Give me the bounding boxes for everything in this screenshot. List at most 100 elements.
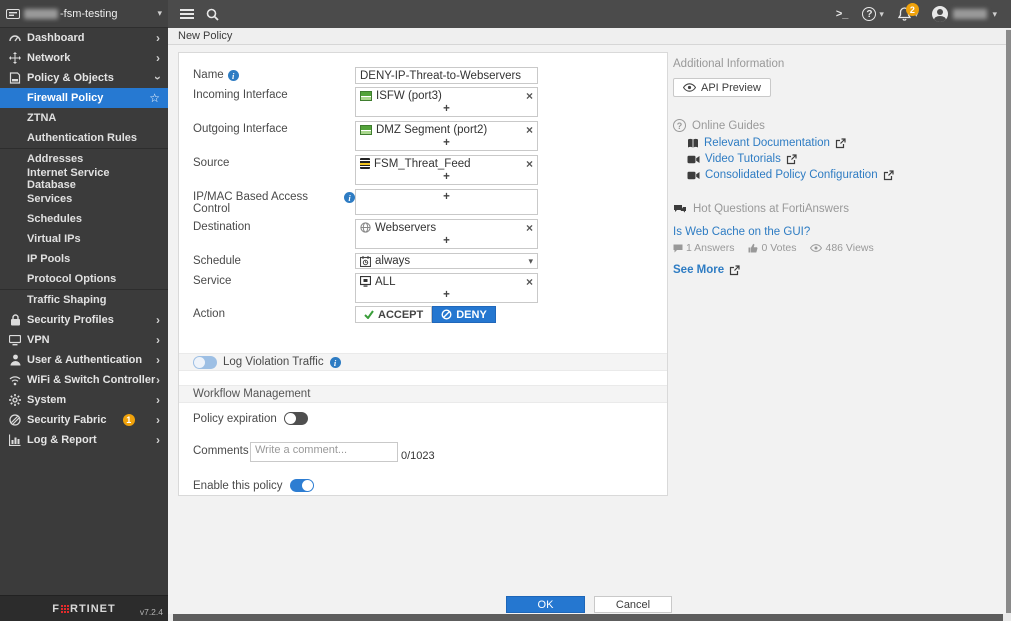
help-menu[interactable]: ? ▾ [862,7,884,21]
deny-prohibit-icon [441,309,452,320]
link-video-tutorials[interactable]: Video Tutorials [687,153,988,165]
question-stats: 1 Answers 0 Votes 486 Views [673,242,988,254]
log-violation-toggle[interactable] [193,356,217,369]
video-camera-icon [687,155,700,164]
sidebar-item-protocol-options[interactable]: Protocol Options [0,269,168,289]
bar-chart-icon [8,434,22,446]
info-icon[interactable]: i [330,357,341,368]
sidebar-footer: F RTINET v7.2.4 [0,595,168,621]
log-violation-row: Log Violation Traffic i [179,353,667,371]
horizontal-scrollbar-thumb[interactable] [173,614,1003,621]
add-entry-button[interactable]: + [356,289,537,302]
external-link-icon [786,154,797,165]
remove-entry-icon[interactable]: × [526,222,533,234]
sidebar-item-network[interactable]: Network › [0,48,168,68]
policy-name-input[interactable] [355,67,538,84]
external-link-icon [883,170,894,181]
selected-service-entry[interactable]: ALL × [356,274,537,289]
chevron-down-icon: ▾ [879,9,884,20]
schedule-icon [360,256,371,267]
eye-icon [683,83,696,92]
chevron-right-icon: › [156,51,160,65]
video-camera-icon [687,171,700,180]
menu-icon[interactable] [180,9,194,19]
sidebar-item-services[interactable]: Services [0,189,168,209]
sidebar-item-schedules[interactable]: Schedules [0,209,168,229]
gauge-icon [8,32,22,44]
selected-source-entry[interactable]: FSM_Threat_Feed × [356,156,537,171]
link-consolidated-policy-configuration[interactable]: Consolidated Policy Configuration [687,169,988,181]
comments-input[interactable] [250,442,398,462]
vertical-scrollbar-thumb[interactable] [1006,30,1011,613]
schedule-dropdown[interactable]: always ▾ [355,253,538,269]
sidebar-item-security-fabric[interactable]: Security Fabric 1 › [0,410,168,430]
new-policy-form: Namei Incoming Interface ISFW (port3) × … [178,52,668,496]
chevron-right-icon: › [156,373,160,387]
top-bar: >_ ? ▾ 2 ▾ ▾ [168,0,1011,28]
info-icon[interactable]: i [228,70,239,81]
ok-button[interactable]: OK [506,596,585,613]
gear-icon [8,394,22,406]
sidebar-item-internet-service-database[interactable]: Internet Service Database [0,169,168,189]
help-icon: ? [862,7,876,21]
accept-button[interactable]: ACCEPT [355,306,432,323]
sidebar-item-wifi-switch-controller[interactable]: WiFi & Switch Controller › [0,370,168,390]
chevron-down-icon: ▾ [157,8,162,19]
selected-destination-entry[interactable]: Webservers × [356,220,537,235]
sidebar-item-virtual-ips[interactable]: Virtual IPs [0,229,168,249]
link-relevant-documentation[interactable]: Relevant Documentation [687,137,988,149]
sidebar-item-ztna[interactable]: ZTNA [0,108,168,128]
chevron-right-icon: › [156,333,160,347]
deny-button[interactable]: DENY [432,306,496,323]
policy-expiration-row: Policy expiration [193,412,653,425]
sidebar-item-traffic-shaping[interactable]: Traffic Shaping [0,290,168,310]
search-icon[interactable] [206,8,219,21]
cancel-button[interactable]: Cancel [594,596,672,613]
sidebar-item-dashboard[interactable]: Dashboard › [0,28,168,48]
question-link[interactable]: Is Web Cache on the GUI? [673,226,988,238]
add-entry-button[interactable]: + [356,171,537,184]
enable-policy-toggle[interactable] [290,479,314,492]
check-icon [364,310,374,319]
cli-console-icon[interactable]: >_ [836,8,849,20]
sidebar-item-addresses[interactable]: Addresses [0,149,168,169]
info-icon[interactable]: i [344,192,355,203]
api-preview-button[interactable]: API Preview [673,78,771,97]
sidebar-item-firewall-policy[interactable]: Firewall Policy ☆ [0,88,168,108]
online-guides-section: ? Online Guides Relevant Documentation V… [673,119,988,181]
sidebar-item-user-authentication[interactable]: User & Authentication › [0,350,168,370]
sidebar-item-ip-pools[interactable]: IP Pools [0,249,168,269]
ipmac-label: IP/MAC Based Access Control [193,191,340,215]
see-more-link[interactable]: See More [673,264,988,276]
policy-expiration-toggle[interactable] [284,412,308,425]
sidebar-item-security-profiles[interactable]: Security Profiles › [0,310,168,330]
sidebar-item-system[interactable]: System › [0,390,168,410]
service-all-icon [360,276,371,287]
sidebar-item-log-report[interactable]: Log & Report › [0,430,168,450]
sidebar-item-policy-objects[interactable]: Policy & Objects › [0,68,168,88]
selected-interface-entry[interactable]: ISFW (port3) × [356,88,537,103]
selected-interface-entry[interactable]: DMZ Segment (port2) × [356,122,537,137]
sidebar-item-authentication-rules[interactable]: Authentication Rules [0,128,168,148]
add-entry-button[interactable]: + [356,190,537,204]
remove-entry-icon[interactable]: × [526,158,533,170]
additional-information-panel: Additional Information API Preview ? Onl… [673,58,988,276]
add-entry-button[interactable]: + [356,103,537,116]
chevron-down-icon: › [151,76,165,80]
version-label: v7.2.4 [140,607,163,617]
help-circle-icon: ? [673,119,686,132]
sidebar-item-vpn[interactable]: VPN › [0,330,168,350]
user-menu[interactable]: ▾ [932,6,997,22]
favorite-star-icon[interactable]: ☆ [149,91,160,105]
add-entry-button[interactable]: + [356,137,537,150]
add-entry-button[interactable]: + [356,235,537,248]
action-label: Action [193,308,225,320]
notifications-menu[interactable]: 2 ▾ [898,7,919,21]
remove-entry-icon[interactable]: × [526,276,533,288]
remove-entry-icon[interactable]: × [526,124,533,136]
remove-entry-icon[interactable]: × [526,90,533,102]
horizontal-scrollbar[interactable] [168,614,1011,621]
device-selector[interactable]: -fsm-testing ▾ [0,0,168,28]
chevron-right-icon: › [156,413,160,427]
vertical-scrollbar[interactable] [1006,29,1011,614]
